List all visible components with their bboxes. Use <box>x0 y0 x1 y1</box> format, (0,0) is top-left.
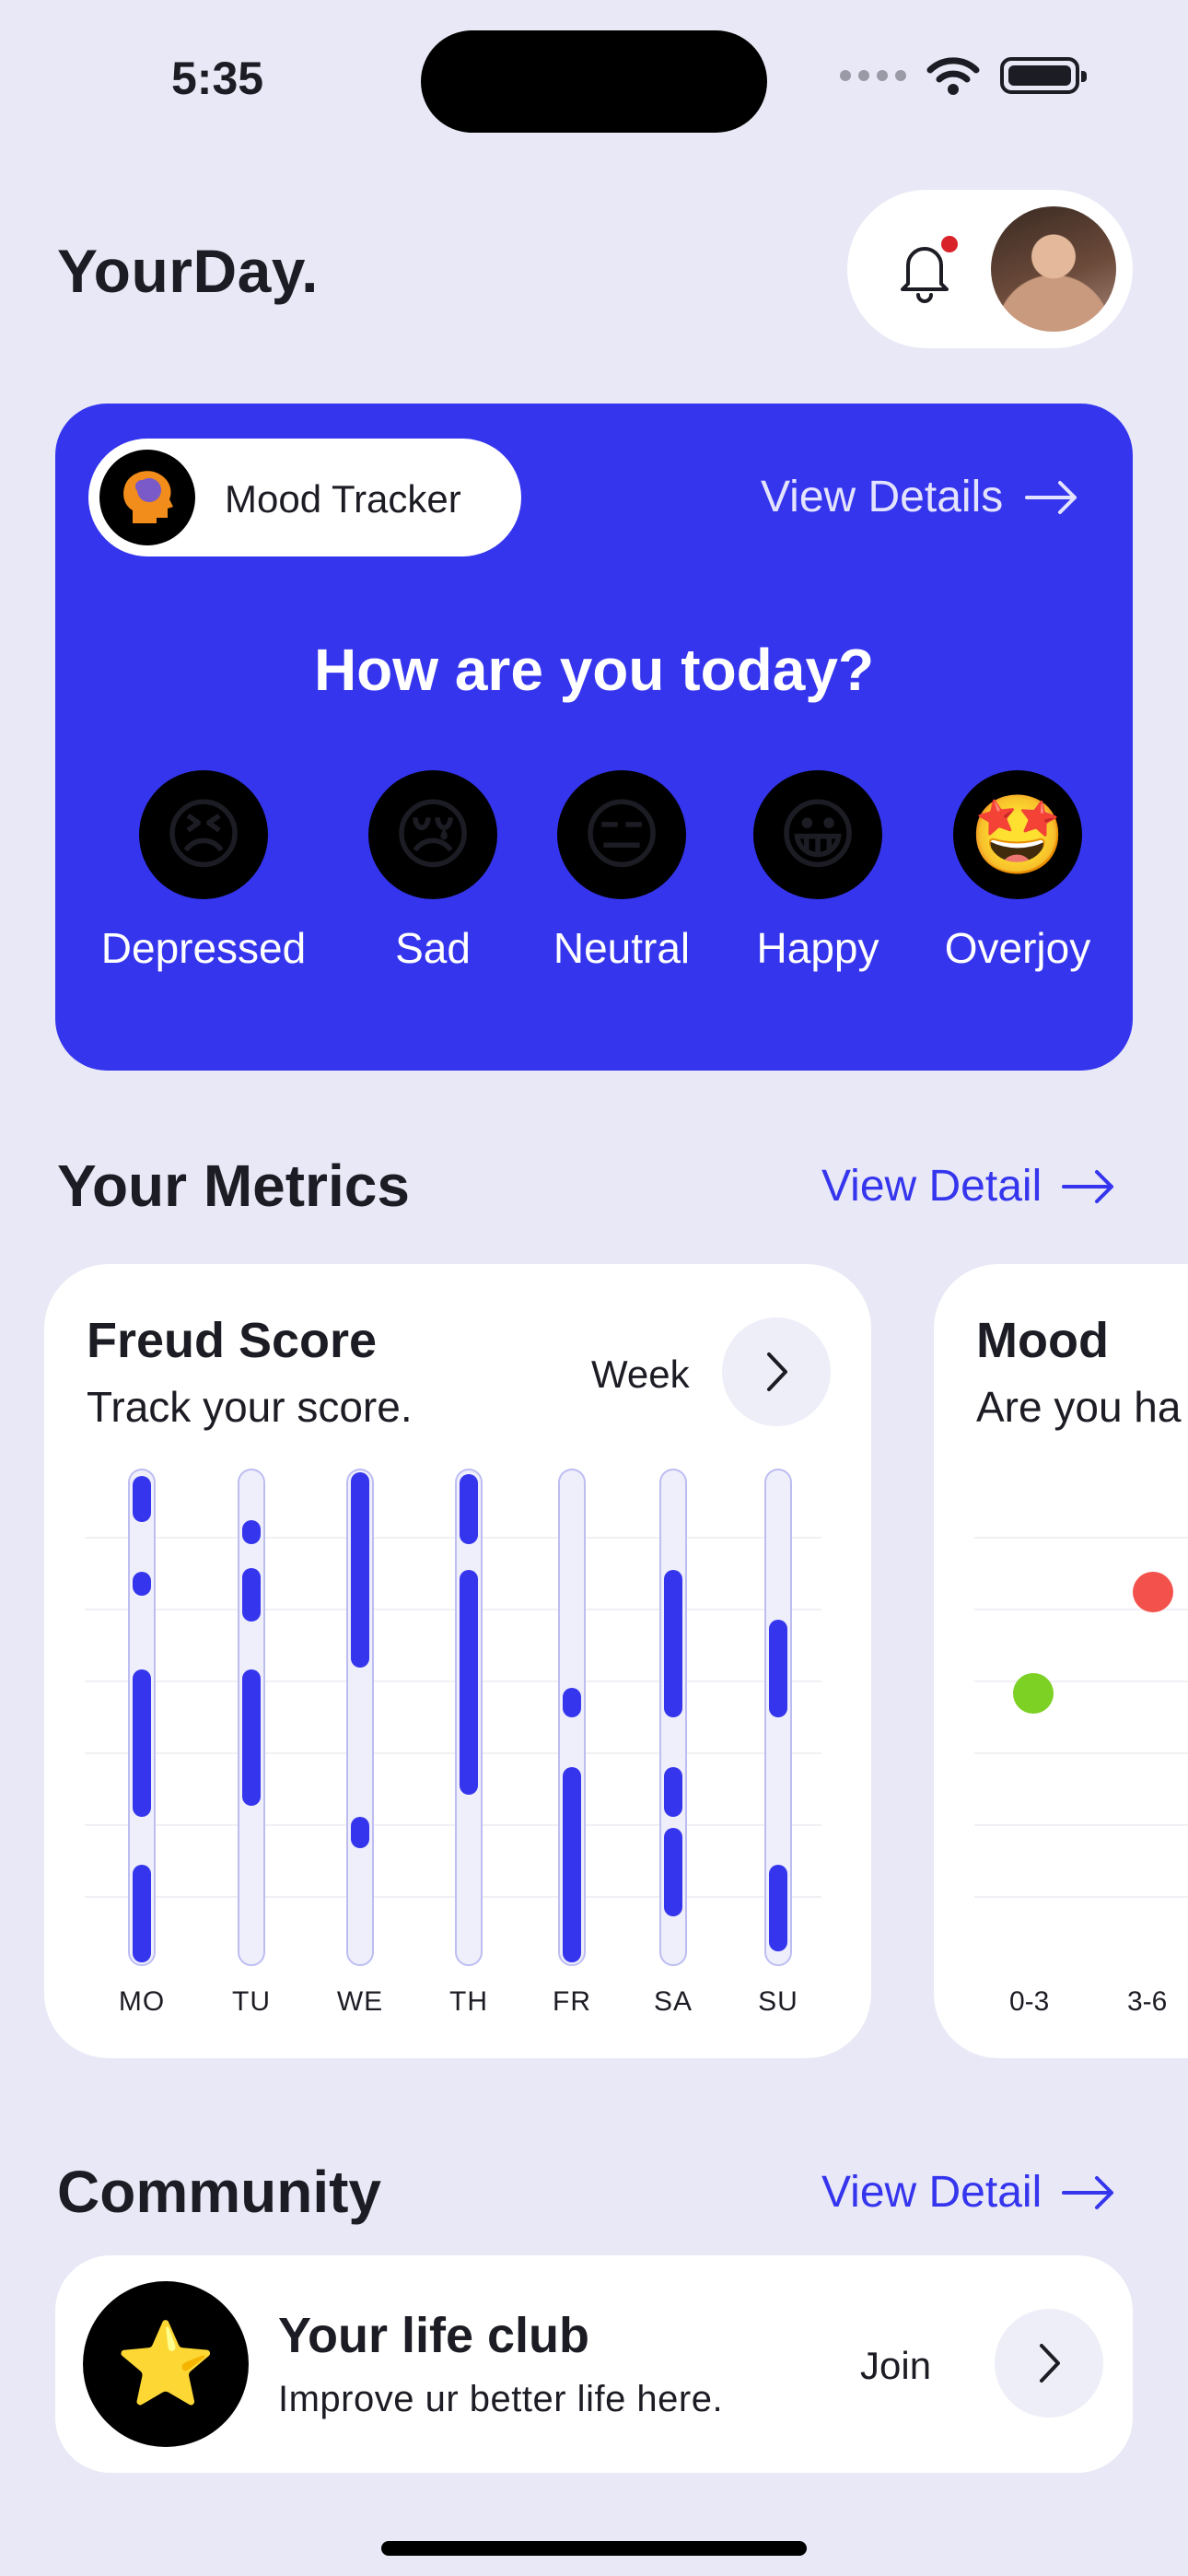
sad-emoji-icon: 😢 <box>368 770 497 899</box>
join-button[interactable]: Join <box>860 2344 931 2388</box>
star-icon: ⭐ <box>83 2281 249 2447</box>
chevron-right-icon <box>1040 2344 1060 2383</box>
metrics-section-title: Your Metrics <box>57 1153 410 1219</box>
mood-option-happy[interactable]: 😀 Happy <box>735 770 901 973</box>
app-title: YourDay. <box>57 237 319 305</box>
mood-label: Happy <box>756 924 879 972</box>
view-detail-label: View Detail <box>821 2168 1042 2217</box>
mood-point-green <box>1013 1673 1054 1714</box>
chart-gridline <box>974 1896 1188 1898</box>
mood-tracker-label: Mood Tracker <box>225 477 461 521</box>
mood-x-label: 0-3 <box>1009 1986 1050 2017</box>
mood-x-label: 3-6 <box>1127 1986 1168 2017</box>
chart-gridline <box>974 1680 1188 1682</box>
mood-point-red <box>1133 1572 1173 1612</box>
cellular-signal-icon <box>840 70 906 81</box>
chart-gridline <box>974 1824 1188 1826</box>
view-detail-label: View Detail <box>821 1162 1042 1211</box>
mood-option-neutral[interactable]: 😑 Neutral <box>530 770 714 973</box>
club-next-button[interactable] <box>995 2309 1103 2418</box>
community-section-title: Community <box>57 2159 381 2225</box>
happy-emoji-icon: 😀 <box>753 770 882 899</box>
chart-gridline <box>974 1537 1188 1539</box>
mood-label: Overjoy <box>944 924 1091 972</box>
club-title: Your life club <box>278 2308 590 2363</box>
mood-label: Sad <box>395 924 471 972</box>
arrow-right-icon <box>1062 2175 1114 2209</box>
community-view-detail-link[interactable]: View Detail <box>821 2167 1115 2218</box>
home-indicator[interactable] <box>381 2541 807 2556</box>
mood-label: Neutral <box>553 924 691 972</box>
view-details-label: View Details <box>761 473 1004 521</box>
overjoy-emoji-icon: 🤩 <box>953 770 1082 899</box>
dynamic-island <box>421 30 767 133</box>
battery-icon <box>1000 57 1087 94</box>
brain-head-icon <box>99 450 195 545</box>
status-time: 5:35 <box>171 53 264 104</box>
mood-label: Depressed <box>100 924 307 972</box>
mood-option-sad[interactable]: 😢 Sad <box>350 770 516 973</box>
mood-question: How are you today? <box>313 637 875 703</box>
arrow-right-icon <box>1062 1169 1114 1203</box>
mood-option-overjoy[interactable]: 🤩 Overjoy <box>926 770 1110 973</box>
arrow-right-icon <box>1025 480 1077 514</box>
metrics-view-detail-link[interactable]: View Detail <box>821 1161 1115 1212</box>
mood-card-clip: Mood Are you ha 0-3 3-6 <box>0 1253 1188 2082</box>
club-subtitle: Improve ur better life here. <box>278 2379 724 2419</box>
view-details-link[interactable]: View Details <box>761 472 1078 522</box>
depressed-emoji-icon: 😣 <box>139 770 268 899</box>
wifi-icon <box>926 57 980 95</box>
mood-card-subtitle: Are you ha <box>976 1383 1182 1431</box>
mood-option-depressed[interactable]: 😣 Depressed <box>88 770 319 973</box>
chart-gridline <box>974 1752 1188 1754</box>
status-icons <box>840 55 1087 96</box>
notification-dot <box>941 236 958 252</box>
mood-card-title: Mood <box>976 1313 1109 1368</box>
neutral-emoji-icon: 😑 <box>557 770 686 899</box>
avatar[interactable] <box>991 206 1116 332</box>
